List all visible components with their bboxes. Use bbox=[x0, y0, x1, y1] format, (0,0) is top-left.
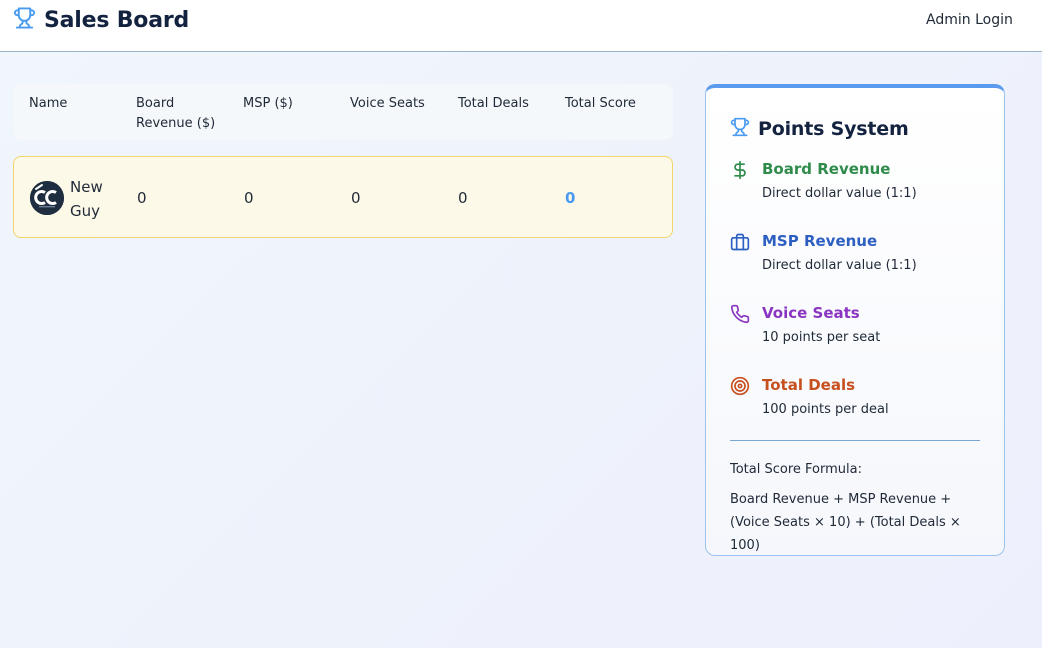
trophy-icon bbox=[730, 117, 758, 141]
brand: Sales Board bbox=[13, 6, 189, 34]
top-bar: Sales Board Admin Login bbox=[0, 0, 1042, 52]
row-msp: 0 bbox=[244, 189, 254, 207]
admin-login-link[interactable]: Admin Login bbox=[926, 12, 1013, 28]
row-total-deals: 0 bbox=[458, 189, 468, 207]
points-item-desc: 10 points per seat bbox=[762, 330, 881, 345]
target-icon bbox=[730, 376, 750, 396]
trophy-icon bbox=[13, 6, 44, 34]
points-item-title: Voice Seats bbox=[762, 304, 860, 322]
table-row[interactable]: New Guy 0 0 0 0 0 bbox=[13, 156, 673, 238]
row-total-score: 0 bbox=[565, 189, 576, 207]
points-item-title: MSP Revenue bbox=[762, 232, 878, 250]
avatar bbox=[30, 181, 64, 215]
points-system-panel: Points System Board Revenue Direct dolla… bbox=[705, 84, 1005, 556]
panel-title: Points System bbox=[758, 118, 909, 140]
row-board-revenue: 0 bbox=[137, 189, 147, 207]
points-item-title: Total Deals bbox=[762, 376, 856, 394]
app-title: Sales Board bbox=[44, 7, 190, 33]
briefcase-icon bbox=[730, 232, 750, 252]
panel-header: Points System bbox=[730, 117, 909, 141]
column-header-name[interactable]: Name bbox=[29, 94, 67, 114]
column-header-voice-seats[interactable]: Voice Seats bbox=[350, 94, 425, 114]
points-item-title: Board Revenue bbox=[762, 160, 891, 178]
divider bbox=[730, 440, 980, 441]
phone-icon bbox=[730, 304, 750, 324]
table-header: Name Board Revenue ($) MSP ($) Voice Sea… bbox=[13, 84, 673, 140]
formula-label: Total Score Formula: bbox=[730, 462, 862, 477]
column-header-msp[interactable]: MSP ($) bbox=[243, 94, 293, 114]
points-item-desc: 100 points per deal bbox=[762, 402, 889, 417]
formula-text: Board Revenue + MSP Revenue + (Voice Sea… bbox=[730, 492, 961, 553]
column-header-total-deals[interactable]: Total Deals bbox=[458, 94, 529, 114]
points-item-desc: Direct dollar value (1:1) bbox=[762, 186, 917, 201]
row-name: New Guy bbox=[70, 178, 103, 220]
row-voice-seats: 0 bbox=[351, 189, 361, 207]
column-header-total-score[interactable]: Total Score bbox=[565, 94, 636, 114]
column-header-board-revenue[interactable]: Board Revenue ($) bbox=[136, 94, 226, 134]
dollar-icon bbox=[730, 160, 750, 180]
points-item-desc: Direct dollar value (1:1) bbox=[762, 258, 917, 273]
